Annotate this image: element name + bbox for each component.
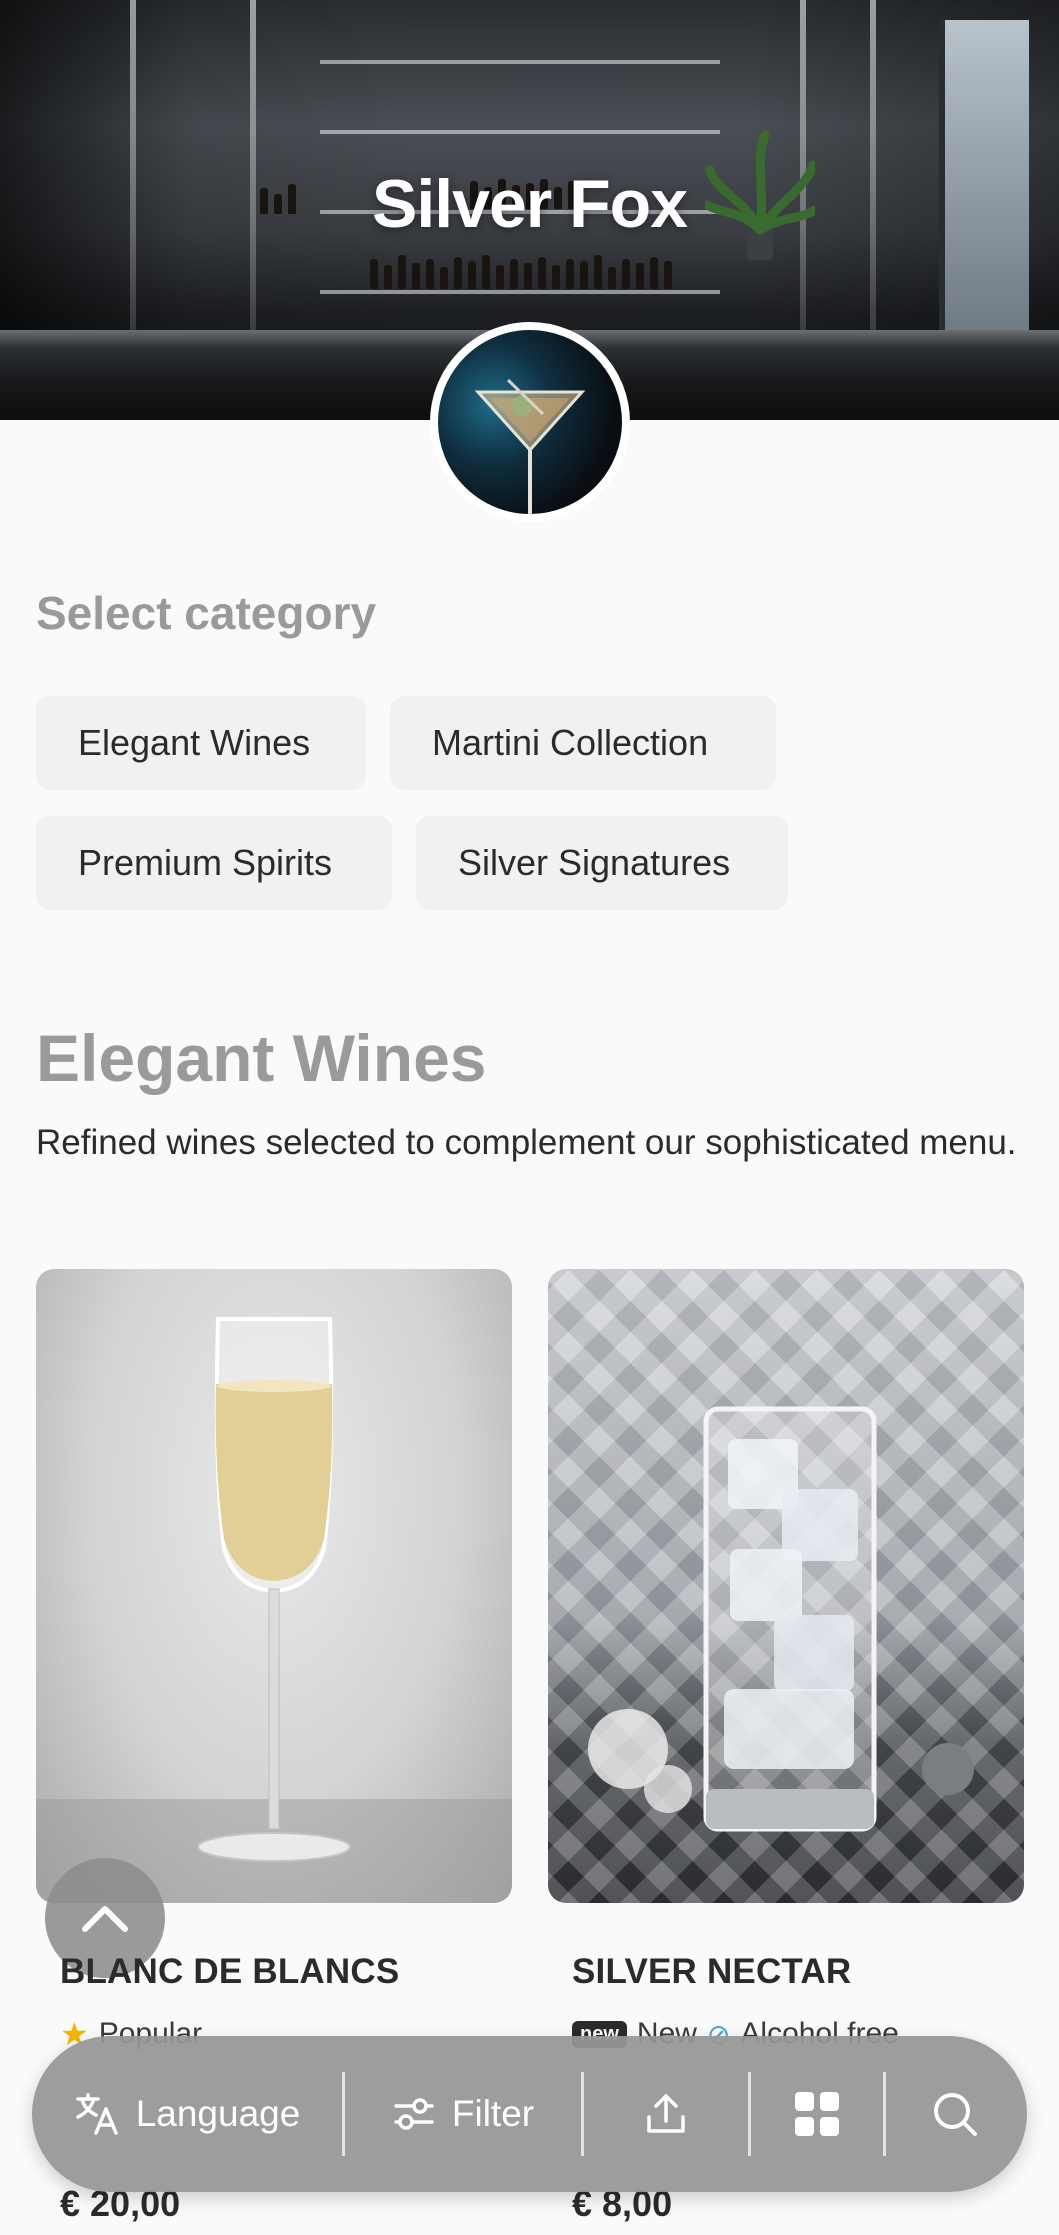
category-chip-label: Elegant Wines bbox=[78, 722, 311, 763]
chevron-up-icon bbox=[82, 1906, 128, 1932]
filter-icon bbox=[394, 2098, 434, 2130]
filter-label: Filter bbox=[451, 2093, 535, 2134]
product-image-silver-nectar[interactable] bbox=[548, 1269, 1024, 1903]
category-chip-silver-signatures[interactable]: Silver Signatures bbox=[416, 816, 788, 910]
select-category-heading: Select category bbox=[36, 587, 377, 639]
translate-icon bbox=[75, 2093, 118, 2135]
bottom-toolbar: Language Filter bbox=[32, 2036, 1027, 2192]
shelf bbox=[320, 130, 720, 134]
venue-title: Silver Fox bbox=[371, 166, 688, 242]
category-chip-premium-spirits[interactable]: Premium Spirits bbox=[36, 816, 392, 910]
category-description: Refined wines selected to complement our… bbox=[36, 1123, 1017, 1162]
product-image-blanc-de-blancs[interactable] bbox=[36, 1269, 512, 1903]
share-icon bbox=[647, 2094, 685, 2133]
category-chip-label: Premium Spirits bbox=[78, 842, 333, 883]
grid-icon bbox=[795, 2092, 839, 2136]
shelf bbox=[320, 60, 720, 64]
filter-button[interactable]: Filter bbox=[345, 2036, 581, 2192]
champagne-flute-icon bbox=[36, 1317, 512, 1903]
product-name[interactable]: SILVER NECTAR bbox=[572, 1952, 851, 1992]
category-chip-martini-collection[interactable]: Martini Collection bbox=[390, 696, 776, 790]
martini-glass-icon bbox=[474, 378, 586, 514]
language-label: Language bbox=[135, 2093, 301, 2134]
bottle-row bbox=[370, 255, 672, 289]
venue-logo bbox=[430, 322, 630, 522]
product-name[interactable]: BLANC DE BLANCS bbox=[60, 1952, 399, 1992]
grid-view-button[interactable] bbox=[751, 2036, 883, 2192]
share-button[interactable] bbox=[584, 2036, 748, 2192]
language-button[interactable]: Language bbox=[32, 2036, 342, 2192]
search-button[interactable] bbox=[886, 2036, 1024, 2192]
category-chip-elegant-wines[interactable]: Elegant Wines bbox=[36, 696, 366, 790]
search-icon bbox=[934, 2093, 977, 2136]
category-chip-label: Silver Signatures bbox=[458, 842, 731, 883]
category-chip-label: Martini Collection bbox=[432, 722, 709, 763]
category-title: Elegant Wines bbox=[36, 1021, 487, 1095]
ice-glass-icon bbox=[588, 1406, 974, 1832]
shelf bbox=[320, 290, 720, 294]
